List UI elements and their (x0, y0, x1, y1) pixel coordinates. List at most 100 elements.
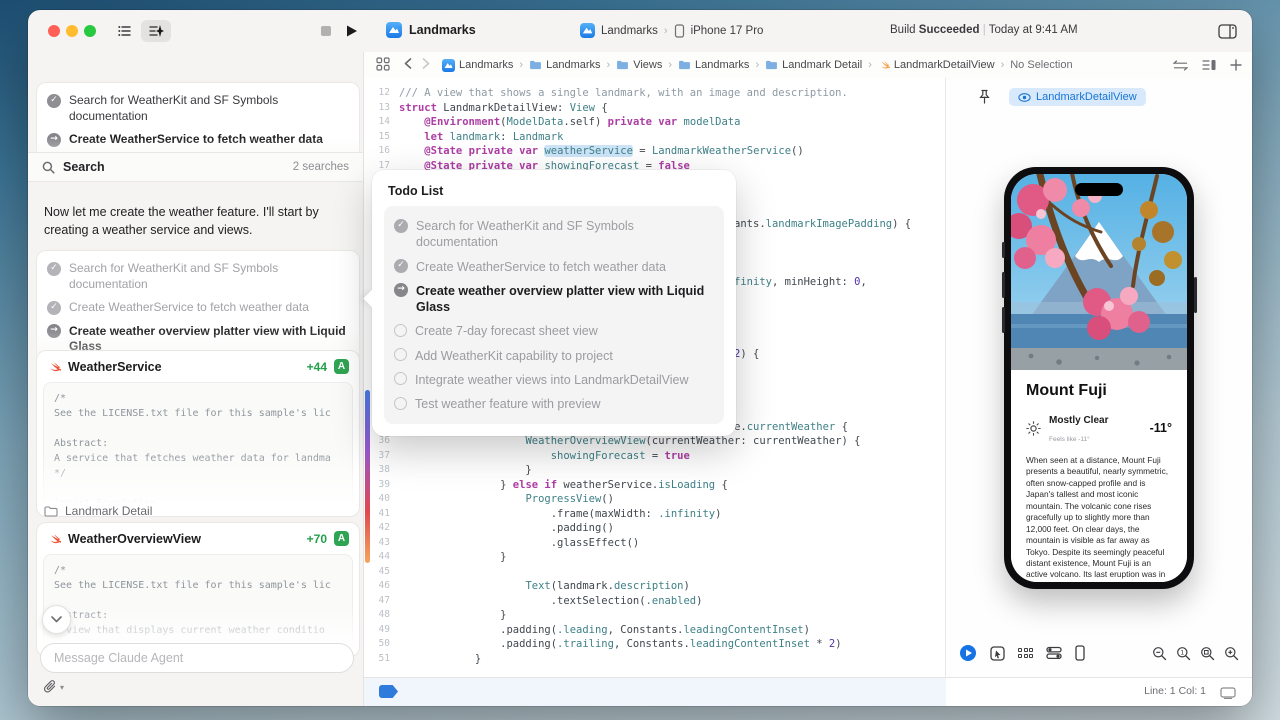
navigator-list-icon[interactable] (114, 20, 136, 42)
related-items-icon[interactable] (376, 56, 390, 74)
breadcrumb-item[interactable]: Landmarks (529, 59, 601, 71)
todo-item[interactable]: Create 7-day forecast sheet view (394, 319, 714, 343)
zoom-window-button[interactable] (84, 25, 96, 37)
line-number[interactable]: 45 (364, 565, 399, 580)
landmark-description-p1: When seen at a distance, Mount Fuji pres… (1026, 455, 1169, 582)
iphone-preview-device[interactable]: Mount Fuji Mostly Clear Feels like -11° -… (1001, 167, 1197, 589)
swap-editor-icon[interactable] (1173, 59, 1188, 71)
line-number[interactable]: 16 (364, 144, 399, 159)
line-number[interactable]: 43 (364, 536, 399, 551)
line-number[interactable]: 51 (364, 652, 399, 667)
todo-item-label: Search for WeatherKit and SF Symbols doc… (69, 93, 279, 123)
pin-preview-icon[interactable] (978, 89, 991, 110)
claude-agent-toolbar-icon[interactable] (141, 20, 171, 42)
line-col-indicator: Line: 1 Col: 1 (1144, 685, 1206, 697)
scroll-to-bottom-button[interactable] (42, 605, 71, 634)
go-forward-icon[interactable] (422, 58, 430, 72)
claude-agent-sidebar: ✓ Search for WeatherKit and SF Symbols do… (28, 52, 363, 706)
assistant-message: Now let me create the weather feature. I… (44, 205, 319, 237)
code-line: 48 } (364, 608, 946, 623)
selectable-mode-button[interactable] (990, 645, 1005, 661)
focused-marker-tag[interactable] (379, 685, 398, 698)
chevron-separator-icon: › (755, 59, 760, 71)
line-number[interactable]: 13 (364, 101, 399, 116)
line-number[interactable]: 41 (364, 507, 399, 522)
line-number[interactable]: 12 (364, 86, 399, 101)
line-number[interactable]: 50 (364, 637, 399, 652)
line-number[interactable]: 49 (364, 623, 399, 638)
breadcrumb-item[interactable]: No Selection (1010, 59, 1072, 71)
swift-file-icon (50, 533, 61, 543)
zoom-fit-button[interactable] (1200, 646, 1215, 661)
line-number[interactable]: 36 (364, 434, 399, 449)
preview-toolbar: 1 (946, 640, 1252, 666)
zoom-100-button[interactable]: 1 (1176, 646, 1191, 661)
breadcrumb-item[interactable]: LandmarkDetailView (878, 59, 995, 71)
todo-item-label: Search for WeatherKit and SF Symbols doc… (416, 219, 634, 250)
line-number[interactable]: 37 (364, 449, 399, 464)
zoom-in-button[interactable] (1224, 646, 1239, 661)
line-number[interactable]: 46 (364, 579, 399, 594)
minimap-icon[interactable] (1202, 59, 1216, 71)
line-number[interactable]: 48 (364, 608, 399, 623)
file-card-weatheroverviewview[interactable]: WeatherOverviewView +70 A /* See the LICE… (36, 522, 360, 657)
additions-count: +44 (306, 359, 327, 374)
phone-side-button (1001, 307, 1005, 333)
todo-item: ✓ Search for WeatherKit and SF Symbols do… (47, 257, 349, 296)
editor-display-settings-icon[interactable] (1220, 686, 1236, 704)
todo-item-label: Create WeatherService to fetch weather d… (416, 259, 666, 274)
scheme-app-icon (580, 23, 595, 38)
line-number[interactable]: 14 (364, 115, 399, 130)
code-line: 40 ProgressView() (364, 492, 946, 507)
go-back-icon[interactable] (404, 58, 412, 72)
line-number[interactable]: 38 (364, 463, 399, 478)
line-number[interactable]: 40 (364, 492, 399, 507)
live-preview-button[interactable] (959, 644, 977, 662)
inspector-panel-toggle-icon[interactable] (1216, 20, 1238, 42)
close-window-button[interactable] (48, 25, 60, 37)
add-editor-icon[interactable] (1230, 59, 1242, 71)
todo-item[interactable]: Test weather feature with preview (394, 392, 714, 416)
code-line: 51 } (364, 652, 946, 667)
chevron-separator-icon: › (663, 24, 668, 37)
todo-item-label: Create weather overview platter view wit… (416, 283, 705, 314)
breadcrumb-item[interactable]: Landmarks (442, 58, 513, 72)
check-circle-icon: ✓ (47, 300, 61, 315)
folder-icon (44, 505, 58, 517)
sun-icon (1026, 420, 1041, 436)
color-scheme-variants-button[interactable] (1046, 646, 1062, 660)
device-settings-button[interactable] (1075, 645, 1085, 661)
todo-item[interactable]: → Create weather overview platter view wi… (394, 279, 714, 320)
build-status-time: Today at 9:41 AM (988, 24, 1078, 36)
preview-target-chip[interactable]: LandmarkDetailView (1009, 88, 1146, 106)
build-status[interactable]: Build Succeeded | Today at 9:41 AM (890, 24, 1078, 36)
scheme-device-selector[interactable]: Landmarks › iPhone 17 Pro (580, 23, 763, 38)
weather-platter[interactable]: Mostly Clear Feels like -11° -11° (1026, 410, 1172, 446)
todo-item[interactable]: Integrate weather views into LandmarkDet… (394, 368, 714, 392)
line-number[interactable]: 39 (364, 478, 399, 493)
zoom-out-button[interactable] (1152, 646, 1167, 661)
arrow-circle-icon: → (47, 324, 61, 339)
line-number[interactable]: 44 (364, 550, 399, 565)
build-status-result: Succeeded (918, 24, 980, 36)
run-button[interactable] (343, 20, 359, 42)
variants-grid-button[interactable] (1018, 648, 1033, 658)
line-number[interactable]: 42 (364, 521, 399, 536)
breadcrumb-item[interactable]: Landmark Detail (765, 59, 862, 71)
line-number[interactable]: 15 (364, 130, 399, 145)
device-name: iPhone 17 Pro (690, 24, 764, 37)
breadcrumb-item[interactable]: Landmarks (678, 59, 749, 71)
todo-item[interactable]: ✓ Search for WeatherKit and SF Symbols do… (394, 214, 714, 255)
line-number[interactable]: 47 (364, 594, 399, 609)
todo-item[interactable]: Add WeatherKit capability to project (394, 344, 714, 368)
code-line: 42 .padding() (364, 521, 946, 536)
file-card-weatherservice[interactable]: WeatherService +44 A /* See the LICENSE.t… (36, 350, 360, 517)
stop-button[interactable] (318, 20, 334, 42)
message-input[interactable] (40, 643, 354, 673)
breadcrumb-item[interactable]: Views (616, 59, 662, 71)
minimize-window-button[interactable] (66, 25, 78, 37)
todo-item[interactable]: ✓ Create WeatherService to fetch weather … (394, 255, 714, 279)
attachment-controls[interactable]: ▾ (44, 680, 64, 694)
search-tool-row[interactable]: Search 2 searches (28, 152, 363, 182)
code-line: 38 } (364, 463, 946, 478)
